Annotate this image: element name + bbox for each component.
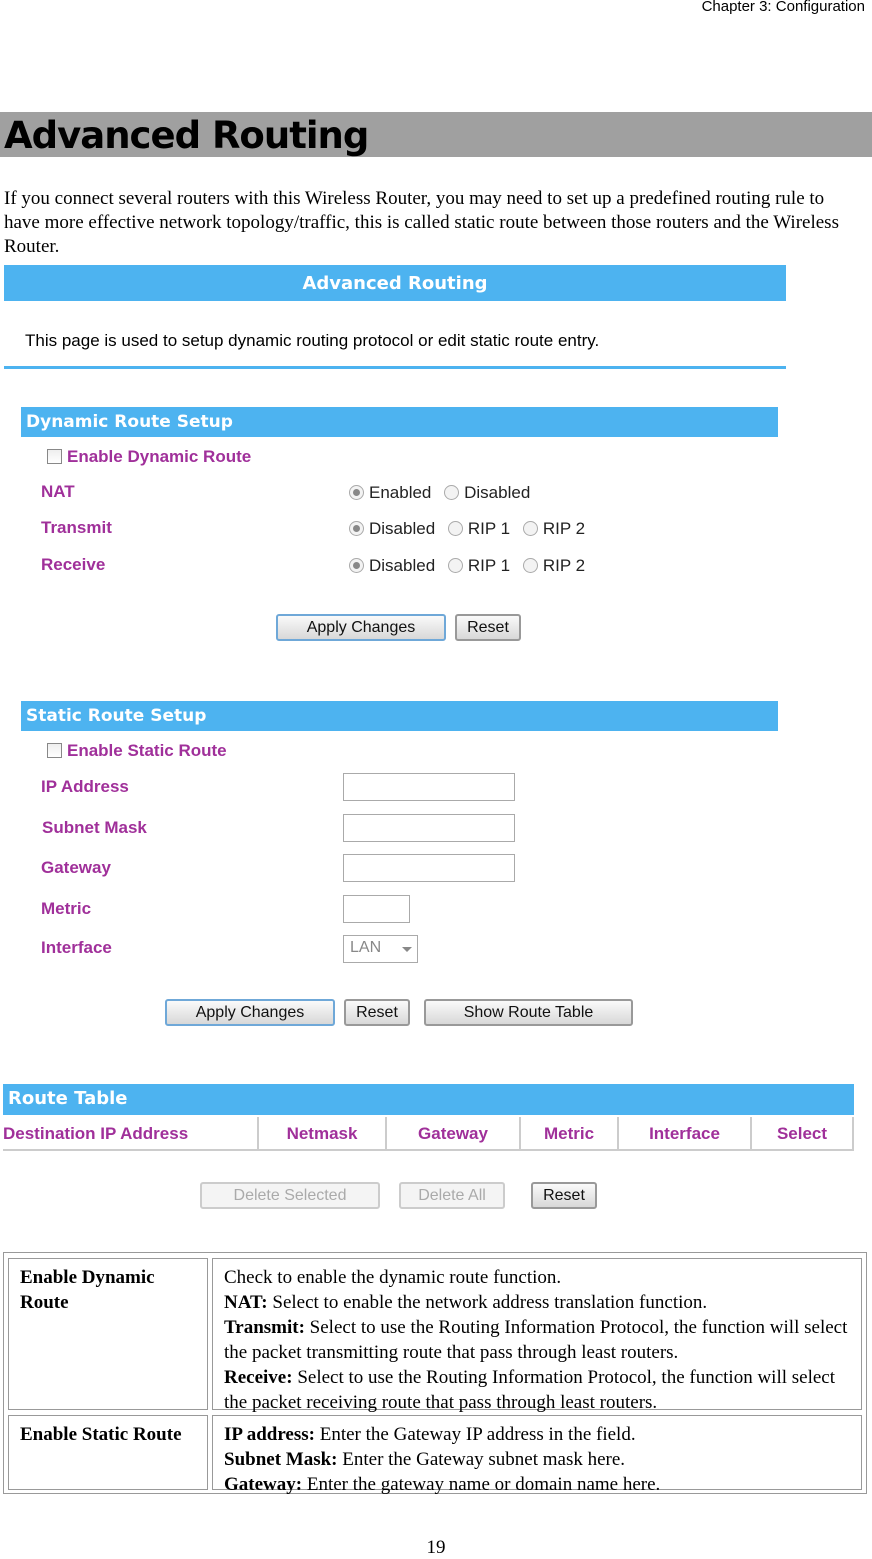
- interface-label: Interface: [41, 938, 112, 957]
- receive-rip2-radio[interactable]: RIP 2: [522, 556, 585, 575]
- metric-label: Metric: [41, 899, 92, 918]
- ip-address-input[interactable]: [343, 773, 515, 801]
- receive-rip1-radio[interactable]: RIP 1: [447, 556, 510, 575]
- show-route-table-button[interactable]: Show Route Table: [424, 999, 633, 1026]
- col-metric: Metric: [521, 1117, 619, 1151]
- chevron-down-icon: [402, 947, 412, 952]
- section-title: Advanced Routing: [4, 114, 369, 157]
- col-destination: Destination IP Address: [3, 1117, 259, 1151]
- divider: [4, 366, 786, 369]
- transmit-rip1-radio[interactable]: RIP 1: [447, 519, 510, 538]
- col-select: Select: [752, 1117, 854, 1151]
- transmit-disabled-radio[interactable]: Disabled: [349, 519, 435, 538]
- dynamic-apply-button[interactable]: Apply Changes: [276, 614, 446, 641]
- def-dynamic: Check to enable the dynamic route functi…: [212, 1258, 862, 1413]
- intro-paragraph: If you connect several routers with this…: [4, 188, 839, 257]
- transmit-label: Transmit: [41, 518, 112, 537]
- section-title-bar: Advanced Routing: [0, 112, 872, 157]
- receive-radio-group: Disabled RIP 1 RIP 2: [349, 556, 593, 576]
- col-interface: Interface: [619, 1117, 752, 1151]
- screenshot-description: This page is used to setup dynamic routi…: [25, 331, 600, 350]
- term-static: Enable Static Route: [8, 1415, 208, 1490]
- static-route-heading: Static Route Setup: [21, 701, 778, 731]
- interface-select[interactable]: LAN: [343, 935, 418, 963]
- screenshot-title: Advanced Routing: [4, 265, 786, 301]
- col-gateway: Gateway: [387, 1117, 521, 1151]
- dynamic-reset-button[interactable]: Reset: [455, 614, 521, 641]
- description-table: Enable Dynamic Route Check to enable the…: [3, 1252, 867, 1495]
- page-number: 19: [426, 1537, 446, 1558]
- gateway-label: Gateway: [41, 858, 111, 877]
- static-apply-button[interactable]: Apply Changes: [165, 999, 335, 1026]
- static-reset-button[interactable]: Reset: [344, 999, 410, 1026]
- nat-label: NAT: [41, 482, 75, 501]
- gateway-input[interactable]: [343, 854, 515, 882]
- enable-dynamic-route-checkbox[interactable]: Enable Dynamic Route: [47, 447, 251, 467]
- receive-disabled-radio[interactable]: Disabled: [349, 556, 435, 575]
- dynamic-route-heading: Dynamic Route Setup: [21, 407, 778, 437]
- subnet-mask-label: Subnet Mask: [42, 818, 147, 837]
- nat-radio-group: Enabled Disabled: [349, 483, 538, 503]
- transmit-radio-group: Disabled RIP 1 RIP 2: [349, 519, 593, 539]
- def-static: IP address: Enter the Gateway IP address…: [212, 1415, 862, 1495]
- transmit-rip2-radio[interactable]: RIP 2: [522, 519, 585, 538]
- delete-all-button[interactable]: Delete All: [399, 1182, 505, 1209]
- ip-address-label: IP Address: [41, 777, 129, 796]
- nat-disabled-radio[interactable]: Disabled: [444, 483, 530, 502]
- chapter-header: Chapter 3: Configuration: [701, 0, 865, 15]
- checkbox-icon[interactable]: [47, 743, 62, 758]
- nat-enabled-radio[interactable]: Enabled: [349, 483, 431, 502]
- metric-input[interactable]: [343, 895, 410, 923]
- route-reset-button[interactable]: Reset: [531, 1182, 597, 1209]
- receive-label: Receive: [41, 555, 106, 574]
- checkbox-icon[interactable]: [47, 449, 62, 464]
- enable-static-route-label: Enable Static Route: [67, 741, 227, 760]
- enable-static-route-checkbox[interactable]: Enable Static Route: [47, 741, 227, 761]
- col-netmask: Netmask: [259, 1117, 387, 1151]
- enable-dynamic-route-label: Enable Dynamic Route: [67, 447, 252, 466]
- delete-selected-button[interactable]: Delete Selected: [200, 1182, 380, 1209]
- subnet-mask-input[interactable]: [343, 814, 515, 842]
- route-table-heading: Route Table: [3, 1084, 854, 1115]
- term-dynamic: Enable Dynamic Route: [8, 1258, 208, 1410]
